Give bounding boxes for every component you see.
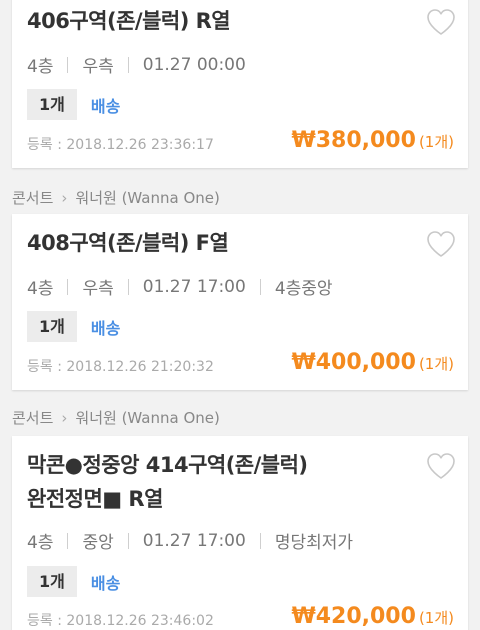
listing-tags: 1개 배송 — [27, 311, 120, 342]
side-text: 중앙 — [82, 533, 114, 553]
price-quantity: (1개) — [418, 133, 454, 151]
listing-card[interactable]: 406구역(존/블럭) R열 4층 우측 01.27 00:00 1개 배송 등… — [12, 0, 468, 168]
chevron-right-icon: › — [61, 189, 68, 207]
listing-title: 막콘●정중앙 414구역(존/블럭) — [27, 453, 308, 477]
datetime-text: 01.27 17:00 — [142, 276, 246, 297]
heart-icon[interactable] — [426, 452, 456, 480]
divider — [127, 56, 129, 73]
price-text: ₩420,000 — [291, 604, 416, 629]
registered-date: 등록 : 2018.12.26 23:46:02 — [27, 613, 214, 629]
divider — [127, 532, 129, 549]
listing-meta: 4층 우측 01.27 00:00 — [27, 52, 246, 78]
side-text: 우측 — [82, 279, 114, 299]
side-text: 우측 — [82, 57, 114, 77]
heart-icon[interactable] — [426, 230, 456, 258]
listing-meta: 4층 중앙 01.27 17:00 명당최저가 — [27, 528, 354, 554]
listing-card[interactable]: 막콘●정중앙 414구역(존/블럭) 완전정면■ R열 4층 중앙 01.27 … — [12, 436, 468, 630]
breadcrumb-artist[interactable]: 워너원 (Wanna One) — [75, 409, 219, 427]
chevron-right-icon: › — [61, 409, 68, 427]
listing-title: 408구역(존/블럭) F열 — [27, 231, 229, 255]
listing-tags: 1개 배송 — [27, 89, 120, 120]
registered-date: 등록 : 2018.12.26 21:20:32 — [27, 359, 214, 375]
datetime-text: 01.27 17:00 — [142, 530, 246, 551]
divider — [67, 56, 69, 73]
price-text: ₩400,000 — [291, 350, 416, 375]
quantity-badge: 1개 — [27, 89, 77, 120]
extra-text: 4층중앙 — [274, 279, 333, 299]
registered-date: 등록 : 2018.12.26 23:36:17 — [27, 137, 214, 153]
breadcrumb-artist[interactable]: 워너원 (Wanna One) — [75, 189, 219, 207]
breadcrumb: 콘서트 › 워너원 (Wanna One) — [12, 407, 220, 428]
price-block: ₩420,000 (1개) — [291, 604, 454, 629]
price-block: ₩400,000 (1개) — [291, 350, 454, 375]
listing-meta: 4층 우측 01.27 17:00 4층중앙 — [27, 274, 333, 300]
shipping-badge: 배송 — [90, 318, 121, 338]
heart-icon[interactable] — [426, 8, 456, 36]
divider — [67, 532, 69, 549]
listing-title: 406구역(존/블럭) R열 — [27, 9, 231, 33]
breadcrumb: 콘서트 › 워너원 (Wanna One) — [12, 187, 220, 208]
price-text: ₩380,000 — [291, 128, 416, 153]
price-block: ₩380,000 (1개) — [291, 128, 454, 153]
divider — [127, 278, 129, 295]
datetime-text: 01.27 00:00 — [142, 54, 246, 75]
listing-tags: 1개 배송 — [27, 566, 120, 597]
floor-text: 4층 — [27, 533, 54, 553]
listing-card[interactable]: 408구역(존/블럭) F열 4층 우측 01.27 17:00 4층중앙 1개… — [12, 214, 468, 390]
breadcrumb-category[interactable]: 콘서트 — [12, 189, 53, 207]
price-quantity: (1개) — [418, 609, 454, 627]
divider — [259, 278, 261, 295]
floor-text: 4층 — [27, 279, 54, 299]
extra-text: 명당최저가 — [274, 533, 354, 553]
price-quantity: (1개) — [418, 355, 454, 373]
shipping-badge: 배송 — [90, 573, 121, 593]
floor-text: 4층 — [27, 57, 54, 77]
quantity-badge: 1개 — [27, 566, 77, 597]
listing-title-line2: 완전정면■ R열 — [27, 487, 163, 511]
breadcrumb-category[interactable]: 콘서트 — [12, 409, 53, 427]
divider — [67, 278, 69, 295]
shipping-badge: 배송 — [90, 96, 121, 116]
divider — [259, 532, 261, 549]
quantity-badge: 1개 — [27, 311, 77, 342]
